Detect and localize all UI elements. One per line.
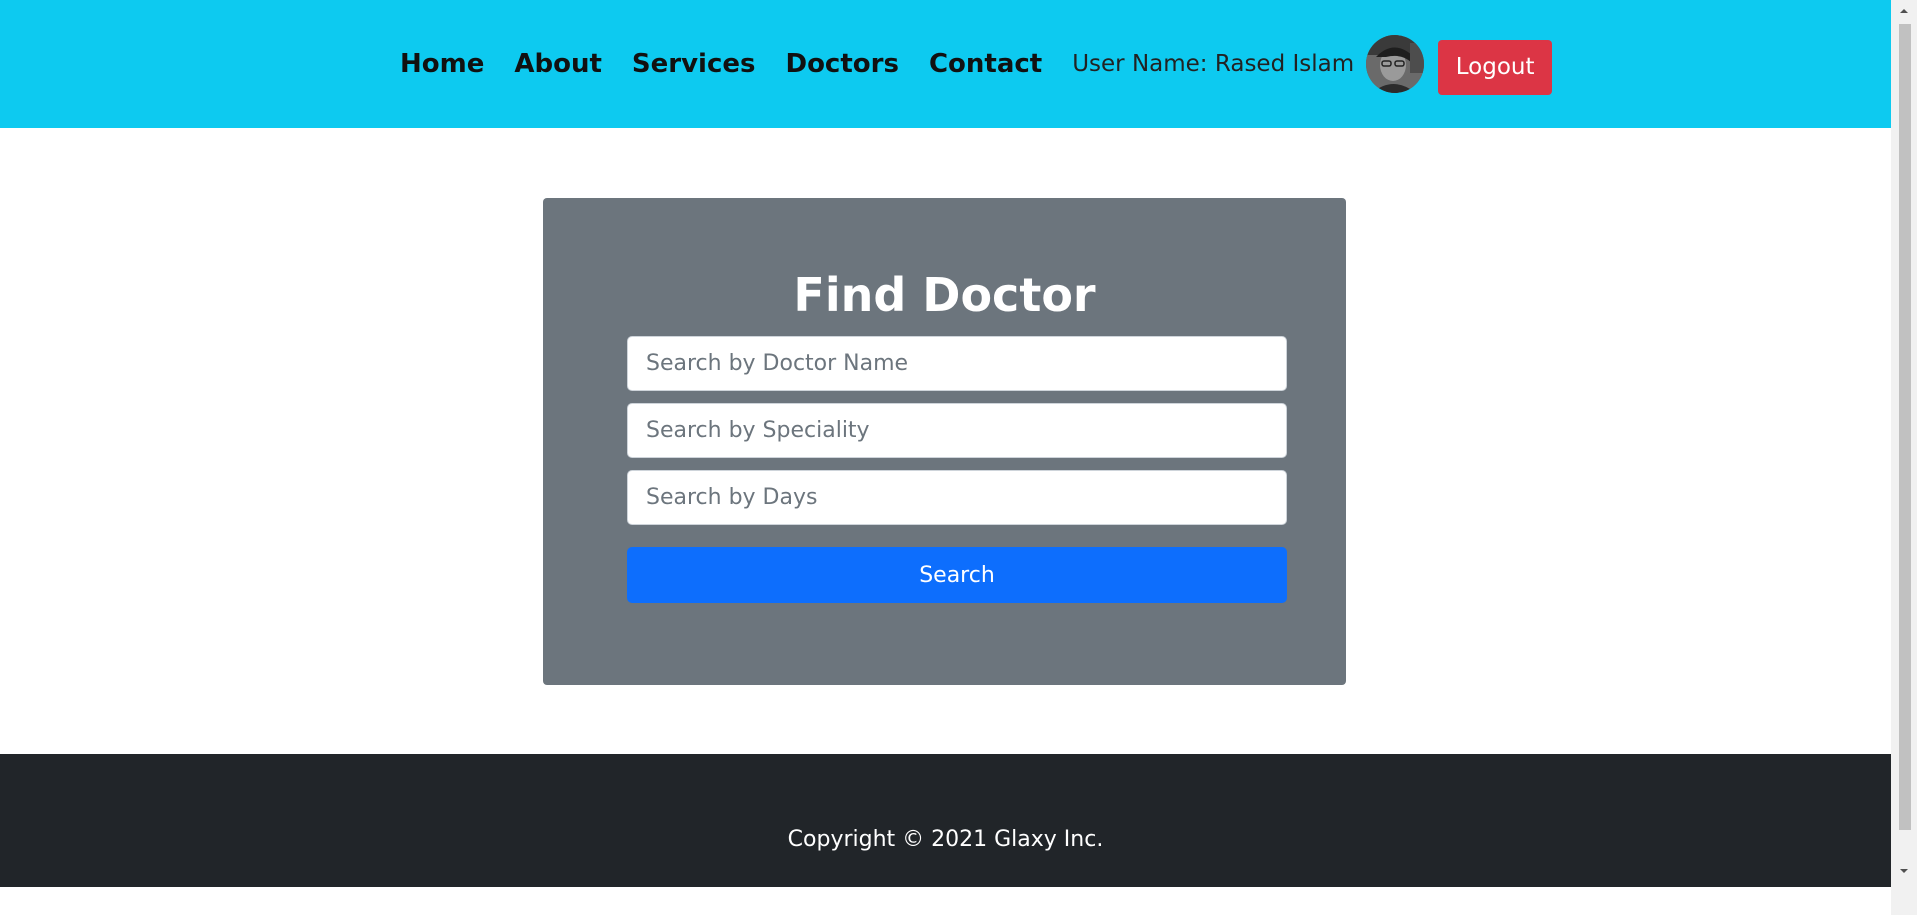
copyright-text: Copyright © 2021 Glaxy Inc. xyxy=(787,827,1104,852)
scrollbar-thumb[interactable] xyxy=(1899,24,1911,830)
days-input[interactable] xyxy=(627,470,1287,525)
navbar: Home About Services Doctors Contact User… xyxy=(0,0,1891,128)
user-name-label: User Name: Rased Islam xyxy=(1072,51,1355,77)
nav-link-services[interactable]: Services xyxy=(632,49,756,79)
nav-link-doctors[interactable]: Doctors xyxy=(785,49,898,79)
scroll-down-arrow-icon[interactable] xyxy=(1891,860,1917,882)
speciality-input[interactable] xyxy=(627,403,1287,458)
footer: Copyright © 2021 Glaxy Inc. xyxy=(0,754,1891,887)
avatar xyxy=(1366,35,1425,93)
find-doctor-card: Find Doctor Search xyxy=(543,198,1346,685)
nav-link-contact[interactable]: Contact xyxy=(929,49,1042,79)
search-button[interactable]: Search xyxy=(627,547,1287,603)
logout-button[interactable]: Logout xyxy=(1438,39,1553,95)
nav-link-about[interactable]: About xyxy=(514,49,602,79)
nav-menu: Home About Services Doctors Contact User… xyxy=(400,34,1553,95)
page: Home About Services Doctors Contact User… xyxy=(0,0,1917,915)
vertical-scrollbar[interactable] xyxy=(1891,0,1917,915)
page-content: Home About Services Doctors Contact User… xyxy=(0,0,1891,915)
doctor-name-input[interactable] xyxy=(627,336,1287,391)
user-photo-icon xyxy=(1366,35,1425,93)
find-doctor-title: Find Doctor xyxy=(793,268,1096,322)
scroll-up-arrow-icon[interactable] xyxy=(1891,0,1917,22)
nav-link-home[interactable]: Home xyxy=(400,49,484,79)
